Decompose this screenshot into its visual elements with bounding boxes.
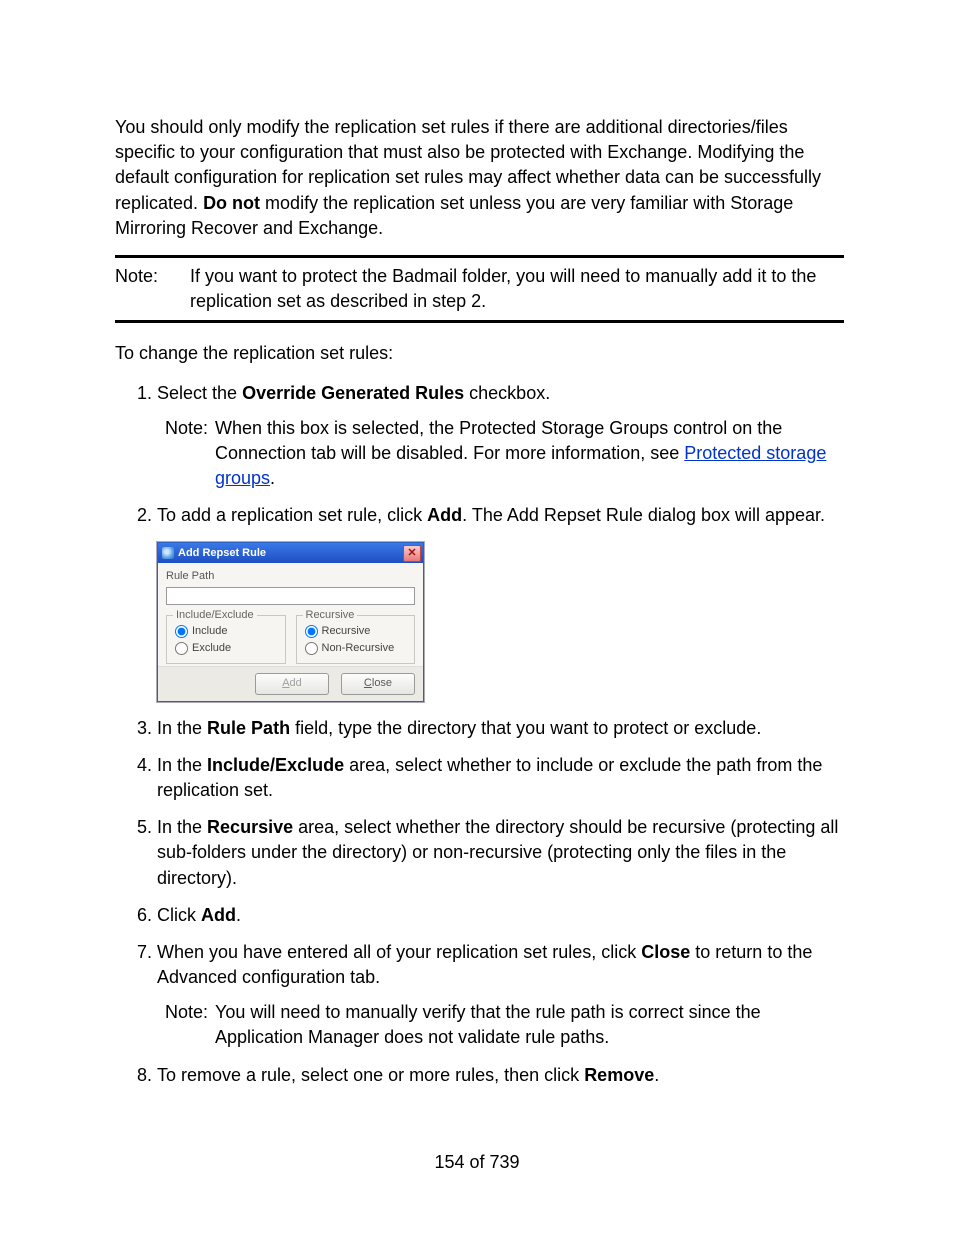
exclude-radio-label: Exclude: [192, 641, 231, 656]
recursive-radio-input[interactable]: [305, 625, 318, 638]
include-radio-label: Include: [192, 624, 227, 639]
step-6-text-b: .: [236, 905, 241, 925]
step-3-bold: Rule Path: [207, 718, 290, 738]
recursive-radio[interactable]: Recursive: [305, 624, 407, 639]
step-6: Click Add.: [157, 903, 844, 928]
step-2-bold: Add: [427, 505, 462, 525]
dialog-add-u: A: [282, 676, 289, 691]
include-exclude-group: Include/Exclude Include Exclude: [166, 615, 286, 664]
step-7-text-a: When you have entered all of your replic…: [157, 942, 641, 962]
step-6-text-a: Click: [157, 905, 201, 925]
step-7-note: Note: You will need to manually verify t…: [165, 1000, 844, 1050]
step-2: To add a replication set rule, click Add…: [157, 503, 844, 701]
rule-path-label: Rule Path: [166, 569, 415, 584]
exclude-radio-input[interactable]: [175, 642, 188, 655]
nonrecursive-radio-input[interactable]: [305, 642, 318, 655]
recursive-radio-label: Recursive: [322, 624, 371, 639]
step-7-note-label: Note:: [165, 1000, 215, 1025]
add-repset-rule-dialog: Add Repset Rule ✕ Rule Path Include/Excl…: [157, 542, 424, 701]
step-1-note-label: Note:: [165, 416, 215, 441]
step-1-text-b: checkbox.: [464, 383, 550, 403]
include-radio-input[interactable]: [175, 625, 188, 638]
dialog-close-rest: lose: [372, 676, 392, 691]
page-number: 154 of 739: [0, 1150, 954, 1175]
dialog-add-rest: dd: [290, 676, 302, 691]
step-8-text-b: .: [654, 1065, 659, 1085]
step-1: Select the Override Generated Rules chec…: [157, 381, 844, 492]
rule-path-input[interactable]: [166, 587, 415, 605]
nonrecursive-radio-label: Non-Recursive: [322, 641, 395, 656]
recursive-group: Recursive Recursive Non-Recursive: [296, 615, 416, 664]
dialog-close-icon[interactable]: ✕: [403, 545, 421, 562]
dialog-add-button[interactable]: Add: [255, 673, 329, 695]
step-1-bold: Override Generated Rules: [242, 383, 464, 403]
step-3: In the Rule Path field, type the directo…: [157, 716, 844, 741]
intro-bold: Do not: [203, 193, 260, 213]
step-5-text-a: In the: [157, 817, 207, 837]
exclude-radio[interactable]: Exclude: [175, 641, 277, 656]
step-5-bold: Recursive: [207, 817, 293, 837]
step-4-bold: Include/Exclude: [207, 755, 344, 775]
dialog-app-icon: [162, 547, 174, 559]
step-1-note-b: .: [270, 468, 275, 488]
step-1-text-a: Select the: [157, 383, 242, 403]
step-2-text-a: To add a replication set rule, click: [157, 505, 427, 525]
step-4-text-a: In the: [157, 755, 207, 775]
step-7-bold: Close: [641, 942, 690, 962]
intro-paragraph: You should only modify the replication s…: [115, 115, 844, 241]
nonrecursive-radio[interactable]: Non-Recursive: [305, 641, 407, 656]
step-4: In the Include/Exclude area, select whet…: [157, 753, 844, 803]
step-8-bold: Remove: [584, 1065, 654, 1085]
note-text: If you want to protect the Badmail folde…: [190, 264, 844, 314]
step-7-note-text: You will need to manually verify that th…: [215, 1000, 844, 1050]
dialog-close-u: C: [364, 676, 372, 691]
steps-list: Select the Override Generated Rules chec…: [115, 381, 844, 1088]
recursive-legend: Recursive: [303, 608, 358, 623]
include-radio[interactable]: Include: [175, 624, 277, 639]
note-block-badmail: Note: If you want to protect the Badmail…: [115, 255, 844, 323]
step-6-bold: Add: [201, 905, 236, 925]
step-3-text-b: field, type the directory that you want …: [290, 718, 761, 738]
dialog-titlebar[interactable]: Add Repset Rule ✕: [158, 543, 423, 563]
step-5: In the Recursive area, select whether th…: [157, 815, 844, 891]
step-2-text-b: . The Add Repset Rule dialog box will ap…: [462, 505, 825, 525]
note-label: Note:: [115, 264, 190, 289]
dialog-close-button[interactable]: Close: [341, 673, 415, 695]
dialog-title: Add Repset Rule: [178, 546, 266, 561]
include-exclude-legend: Include/Exclude: [173, 608, 257, 623]
step-1-note-text: When this box is selected, the Protected…: [215, 416, 844, 492]
step-3-text-a: In the: [157, 718, 207, 738]
lead-sentence: To change the replication set rules:: [115, 341, 844, 366]
step-8: To remove a rule, select one or more rul…: [157, 1063, 844, 1088]
step-7: When you have entered all of your replic…: [157, 940, 844, 1051]
step-8-text-a: To remove a rule, select one or more rul…: [157, 1065, 584, 1085]
step-1-note: Note: When this box is selected, the Pro…: [165, 416, 844, 492]
